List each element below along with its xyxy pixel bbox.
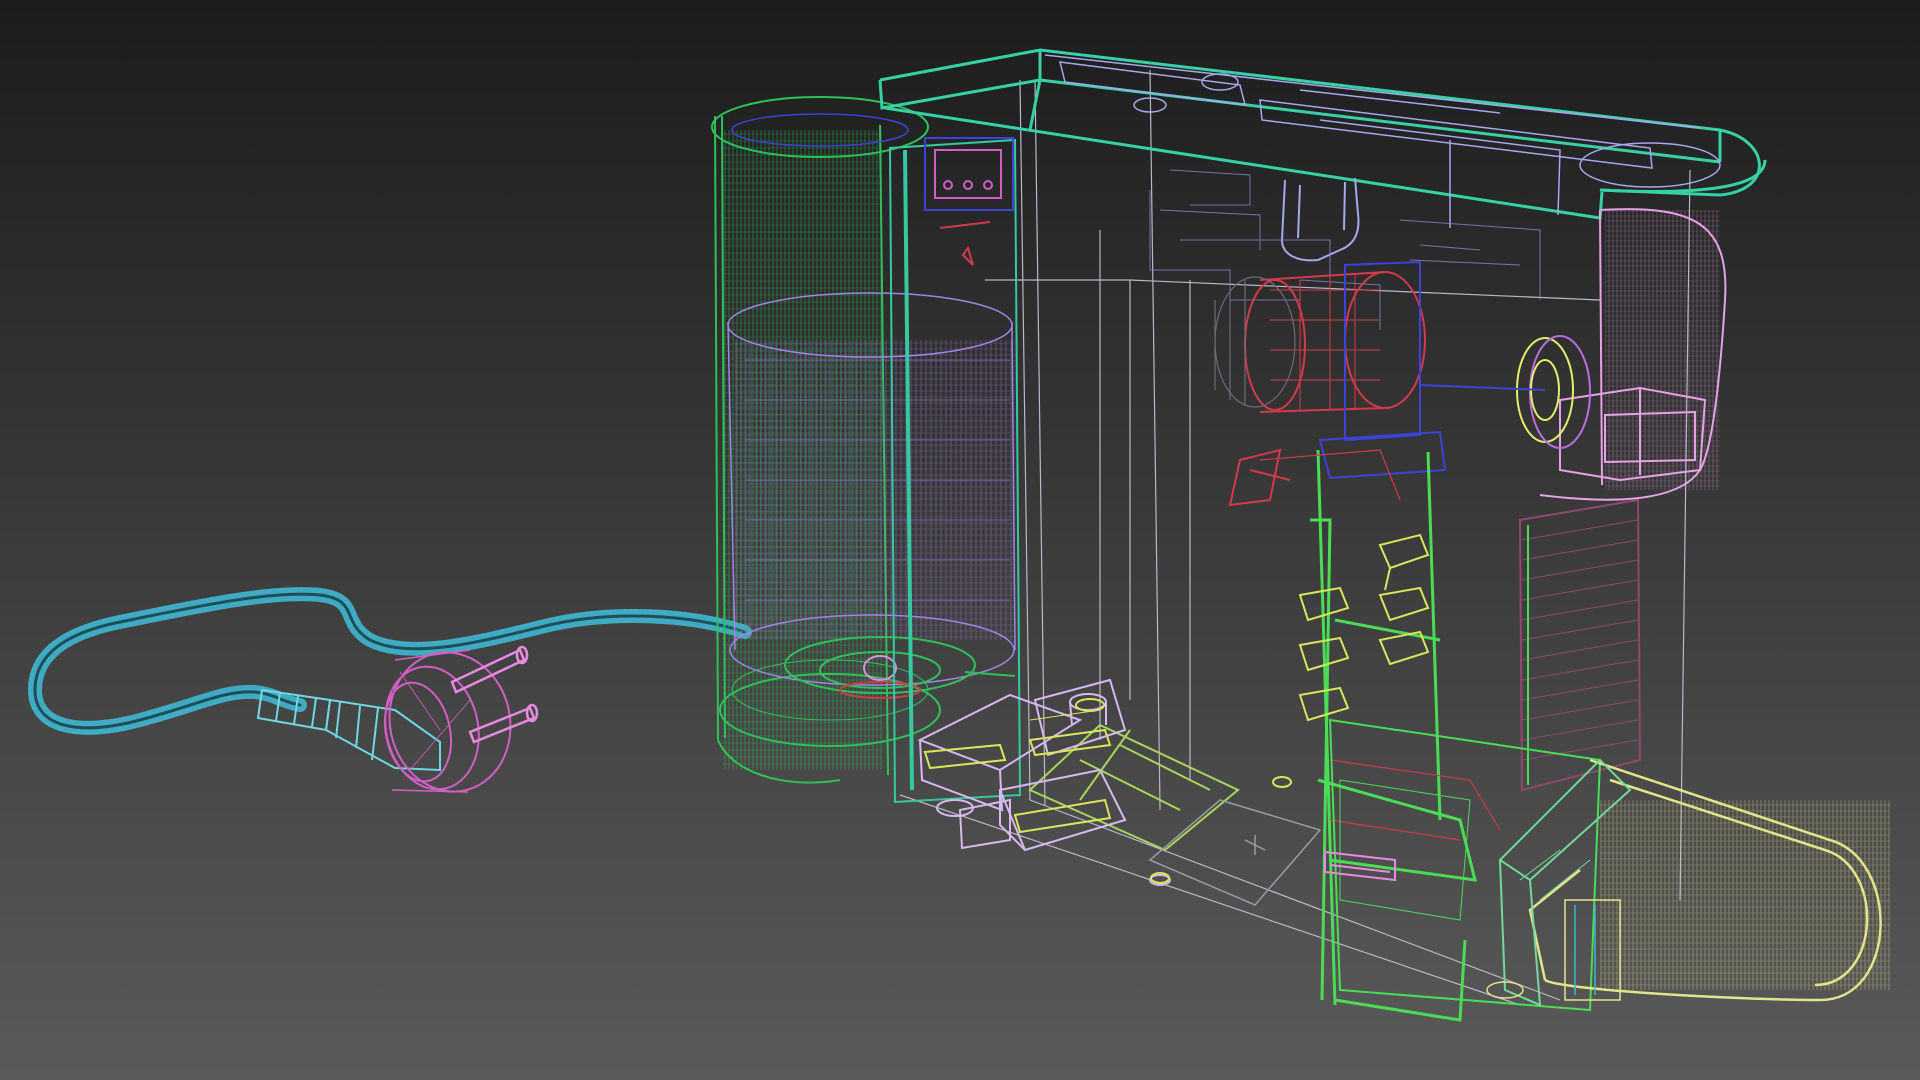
brew-head-mesh [1605, 210, 1720, 490]
tank-inner-cylinder [727, 292, 1016, 686]
drip-tray-mesh [1600, 800, 1890, 990]
viewport [0, 0, 1920, 1080]
wireframe-scene [0, 0, 1920, 1080]
